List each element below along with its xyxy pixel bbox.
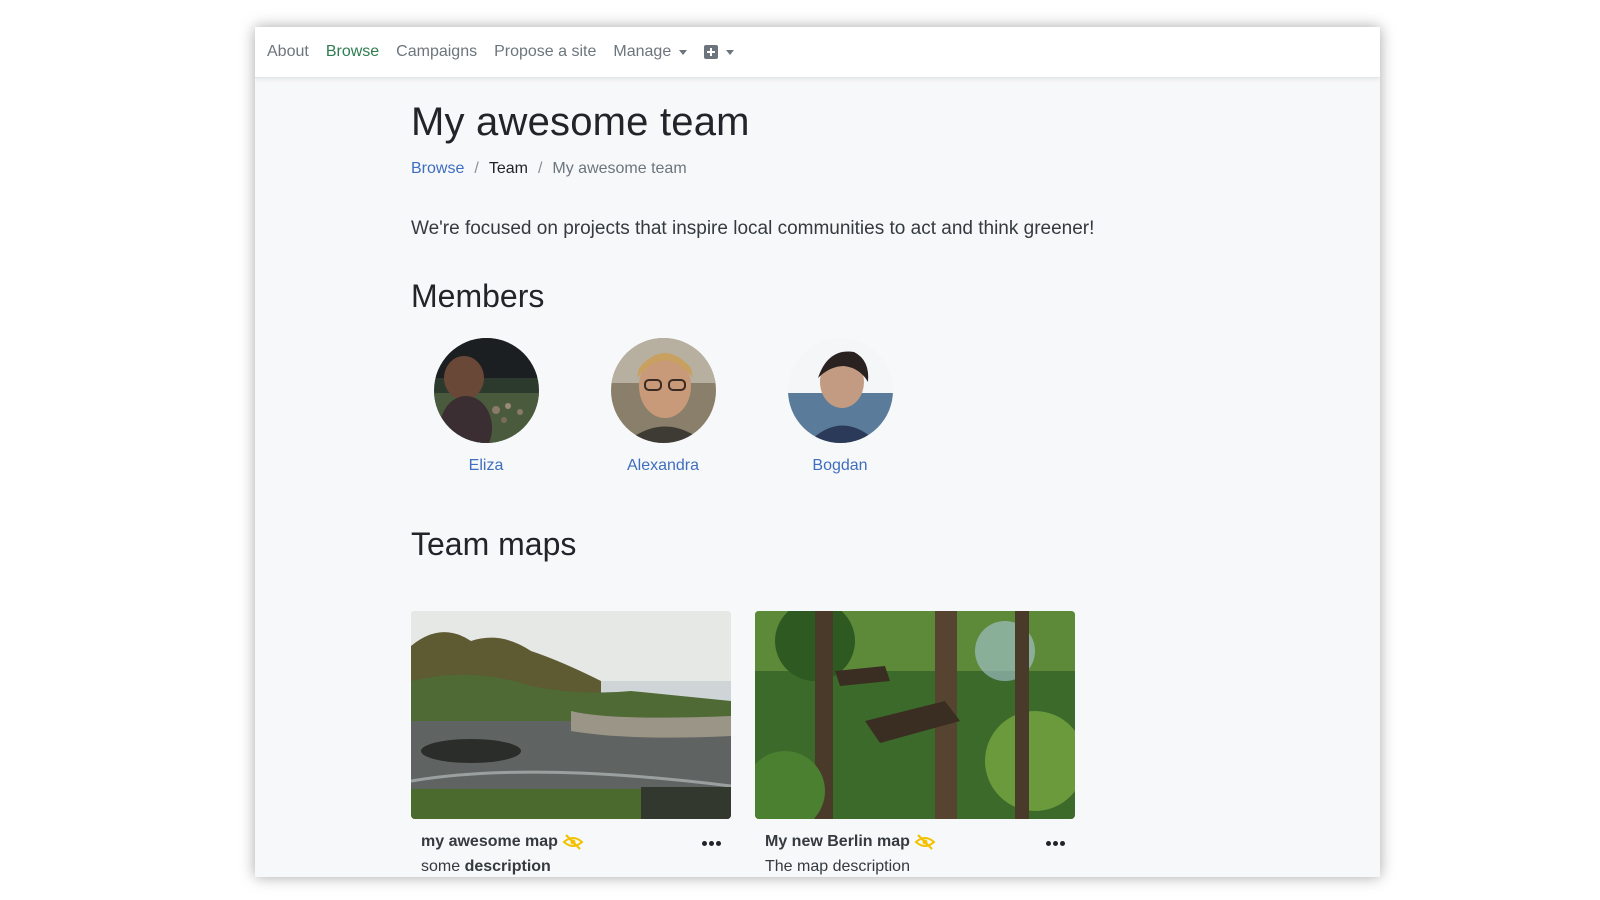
breadcrumb-current: My awesome team — [552, 160, 687, 177]
avatar[interactable] — [610, 338, 716, 443]
nav-add-dropdown[interactable] — [704, 45, 735, 59]
map-thumbnail[interactable] — [411, 611, 731, 819]
dot-icon — [1053, 841, 1058, 846]
dot-icon — [702, 841, 707, 846]
map-description: some description — [421, 858, 721, 876]
map-title-row: my awesome map — [421, 833, 721, 851]
dot-icon — [1060, 841, 1065, 846]
nav-manage-label: Manage — [613, 43, 672, 60]
map-card: My new Berlin map The map description — [755, 611, 1075, 876]
nav-campaigns[interactable]: Campaigns — [396, 43, 477, 61]
breadcrumb-browse[interactable]: Browse — [411, 160, 464, 178]
map-description-text: The map description — [765, 858, 910, 875]
member-name[interactable]: Alexandra — [598, 457, 728, 475]
more-options-button[interactable] — [702, 841, 721, 846]
eye-slash-icon — [914, 834, 936, 850]
page-title: My awesome team — [411, 100, 750, 144]
nav-browse[interactable]: Browse — [326, 43, 379, 61]
map-description-bold: description — [464, 858, 551, 875]
dot-icon — [716, 841, 721, 846]
members-list: Eliza Alexandra Bogdan — [411, 338, 971, 478]
eye-slash-icon — [562, 834, 584, 850]
dot-icon — [1046, 841, 1051, 846]
map-description: The map description — [765, 858, 1065, 876]
members-heading: Members — [411, 278, 545, 314]
plus-square-icon — [704, 45, 719, 59]
member-alexandra[interactable]: Alexandra — [598, 338, 728, 475]
chevron-down-icon — [726, 49, 735, 55]
team-description: We're focused on projects that inspire l… — [411, 218, 1095, 239]
map-title[interactable]: my awesome map — [421, 833, 558, 851]
breadcrumb-separator: / — [474, 160, 479, 177]
member-eliza[interactable]: Eliza — [421, 338, 551, 475]
chevron-down-icon — [679, 49, 688, 55]
map-info: My new Berlin map The map description — [755, 819, 1075, 876]
map-title-row: My new Berlin map — [765, 833, 1065, 851]
map-description-text: some — [421, 858, 465, 875]
top-navbar: About Browse Campaigns Propose a site Ma… — [255, 27, 1380, 78]
avatar[interactable] — [787, 338, 893, 443]
map-thumbnail[interactable] — [755, 611, 1075, 819]
avatar[interactable] — [433, 338, 539, 443]
team-maps-heading: Team maps — [411, 526, 577, 562]
nav-manage-dropdown[interactable]: Manage — [613, 43, 688, 61]
breadcrumb: Browse / Team / My awesome team — [411, 160, 687, 178]
browser-window: About Browse Campaigns Propose a site Ma… — [255, 27, 1380, 877]
nav-about[interactable]: About — [267, 43, 309, 61]
breadcrumb-team[interactable]: Team — [489, 160, 528, 178]
nav-propose-site[interactable]: Propose a site — [494, 43, 596, 61]
member-name[interactable]: Bogdan — [775, 457, 905, 475]
member-bogdan[interactable]: Bogdan — [775, 338, 905, 475]
dot-icon — [709, 841, 714, 846]
map-info: my awesome map some description — [411, 819, 731, 876]
breadcrumb-separator: / — [537, 160, 543, 177]
member-name[interactable]: Eliza — [421, 457, 551, 475]
map-card: my awesome map some description — [411, 611, 731, 876]
more-options-button[interactable] — [1046, 841, 1065, 846]
map-title[interactable]: My new Berlin map — [765, 833, 910, 851]
